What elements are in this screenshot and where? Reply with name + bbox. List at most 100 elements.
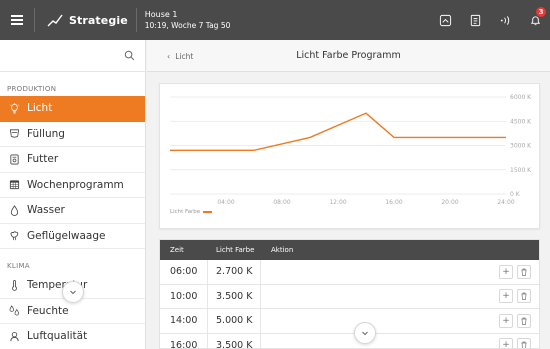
- calendar-icon: [8, 178, 21, 191]
- row-actions: +: [499, 309, 531, 333]
- sidebar-item-wasser[interactable]: Wasser: [0, 198, 145, 224]
- x-tick-label: 04:00: [217, 199, 234, 206]
- row-actions: +: [499, 285, 531, 309]
- feeder-icon: [8, 127, 21, 140]
- dashboard-button[interactable]: [430, 0, 460, 40]
- delete-row-button[interactable]: [517, 289, 531, 304]
- app-brand[interactable]: Strategie: [35, 0, 136, 40]
- breadcrumb[interactable]: ‹ Licht: [167, 40, 193, 72]
- plus-icon: +: [502, 291, 510, 302]
- sidebar-item-label: Wasser: [27, 204, 65, 217]
- x-tick-label: 08:00: [273, 199, 290, 206]
- cell-licht-farbe[interactable]: 2.700 K: [208, 260, 261, 284]
- feed-icon: [8, 153, 21, 166]
- sidebar-search[interactable]: [0, 40, 145, 72]
- house-name: House 1: [144, 10, 178, 19]
- sidebar-item-luftqualitaet[interactable]: Luftqualität: [0, 324, 145, 349]
- cell-zeit[interactable]: 06:00: [160, 260, 208, 284]
- column-header-aktion: Aktion: [271, 246, 294, 254]
- humidity-icon: [8, 304, 21, 317]
- top-bar: Strategie House 1 10:19, Woche 7 Tag 50: [0, 0, 550, 40]
- column-header-licht-farbe: Licht Farbe: [216, 246, 255, 254]
- trash-icon: [521, 292, 527, 301]
- series-line: [170, 112, 506, 152]
- signal-icon: [500, 15, 509, 25]
- notifications-button[interactable]: 3: [520, 0, 550, 40]
- section-title-produktion: PRODUKTION: [7, 85, 57, 93]
- cell-zeit[interactable]: 10:00: [160, 284, 208, 308]
- menu-icon: [11, 19, 23, 21]
- legend-swatch: [203, 211, 213, 213]
- sidebar-item-label: Futter: [27, 153, 59, 166]
- page-title: Licht Farbe Programm: [296, 50, 401, 61]
- menu-button[interactable]: [0, 0, 34, 40]
- sidebar-item-gefluegelwaage[interactable]: Geflügelwaage: [0, 224, 145, 249]
- add-row-button[interactable]: +: [499, 313, 513, 328]
- plus-icon: +: [502, 315, 510, 326]
- dashboard-icon: [439, 14, 451, 26]
- trash-icon: [521, 341, 527, 348]
- delete-row-button[interactable]: [517, 313, 531, 328]
- trash-icon: [521, 317, 527, 325]
- house-info[interactable]: House 1 10:19, Woche 7 Tag 50: [137, 9, 231, 31]
- cell-licht-farbe[interactable]: 3.500 K: [208, 284, 261, 308]
- cell-zeit[interactable]: 16:00: [160, 333, 208, 348]
- table-row: 06:00 2.700 K +: [160, 260, 539, 285]
- sidebar-item-wochenprogramm[interactable]: Wochenprogramm: [0, 173, 145, 198]
- delete-row-button[interactable]: [517, 264, 531, 279]
- row-actions: +: [499, 334, 531, 349]
- section-title-klima: KLIMA: [7, 262, 30, 270]
- schedule-table: Zeit Licht Farbe Aktion 06:00 2.700 K + …: [159, 239, 540, 349]
- light-color-chart: 0 K 1500 K 3000 K 4500 K 6000 K 04:00 08:00 12:…: [170, 94, 532, 206]
- cell-zeit[interactable]: 14:00: [160, 309, 208, 333]
- sidebar-item-fuellung[interactable]: Füllung: [0, 122, 145, 147]
- legend-label: Licht Farbe: [170, 209, 201, 215]
- delete-row-button[interactable]: [517, 338, 531, 348]
- table-scroll-button[interactable]: [354, 322, 376, 344]
- main-header: Licht Farbe Programm ‹ Licht: [147, 40, 550, 72]
- row-actions: +: [499, 260, 531, 284]
- cell-licht-farbe[interactable]: 3.500 K: [208, 333, 261, 348]
- add-row-button[interactable]: +: [499, 338, 513, 349]
- table-row: 16:00 3.500 K +: [160, 333, 539, 349]
- chart-legend: Licht Farbe: [170, 209, 213, 215]
- sidebar-item-label: Geflügelwaage: [27, 229, 106, 242]
- add-row-button[interactable]: +: [499, 264, 513, 279]
- chevron-down-icon: [70, 290, 76, 295]
- trash-icon: [521, 268, 527, 276]
- x-tick-label: 16:00: [385, 199, 402, 206]
- x-tick-label: 20:00: [441, 199, 458, 206]
- y-tick-label: 3000 K: [510, 143, 532, 150]
- add-row-button[interactable]: +: [499, 289, 513, 304]
- sidebar-item-licht[interactable]: Licht: [0, 96, 145, 122]
- sidebar-item-label: Feuchte: [27, 304, 69, 317]
- plus-icon: +: [502, 340, 510, 349]
- chart-card: 0 K 1500 K 3000 K 4500 K 6000 K 04:00 08:00 12:…: [159, 83, 540, 229]
- plus-icon: +: [502, 266, 510, 277]
- sidebar-scroll-button[interactable]: [62, 281, 84, 303]
- notification-badge: 3: [536, 7, 546, 17]
- sidebar-item-label: Wochenprogramm: [27, 178, 124, 191]
- chevron-left-icon: ‹: [167, 51, 171, 61]
- sidebar-item-futter[interactable]: Futter: [0, 147, 145, 173]
- y-tick-label: 4500 K: [510, 118, 532, 125]
- scale-icon: [8, 229, 21, 242]
- x-tick-label: 12:00: [329, 199, 346, 206]
- sidebar-item-label: Luftqualität: [27, 330, 88, 343]
- y-tick-label: 0 K: [510, 191, 521, 198]
- lightbulb-icon: [8, 102, 21, 115]
- air-quality-icon: [8, 330, 21, 343]
- x-tick-label: 24:00: [497, 199, 514, 206]
- topbar-icons: 3: [430, 0, 550, 40]
- y-tick-label: 1500 K: [510, 167, 532, 174]
- chevron-down-icon: [362, 331, 368, 336]
- strategy-icon: [47, 14, 63, 27]
- connection-button[interactable]: [490, 0, 520, 40]
- thermometer-icon: [8, 279, 21, 292]
- cell-licht-farbe[interactable]: 5.000 K: [208, 309, 261, 333]
- report-button[interactable]: [460, 0, 490, 40]
- search-icon[interactable]: [124, 50, 135, 61]
- sidebar-item-label: Licht: [27, 102, 53, 115]
- table-header: Zeit Licht Farbe Aktion: [160, 240, 539, 260]
- clipboard-icon: [470, 14, 480, 26]
